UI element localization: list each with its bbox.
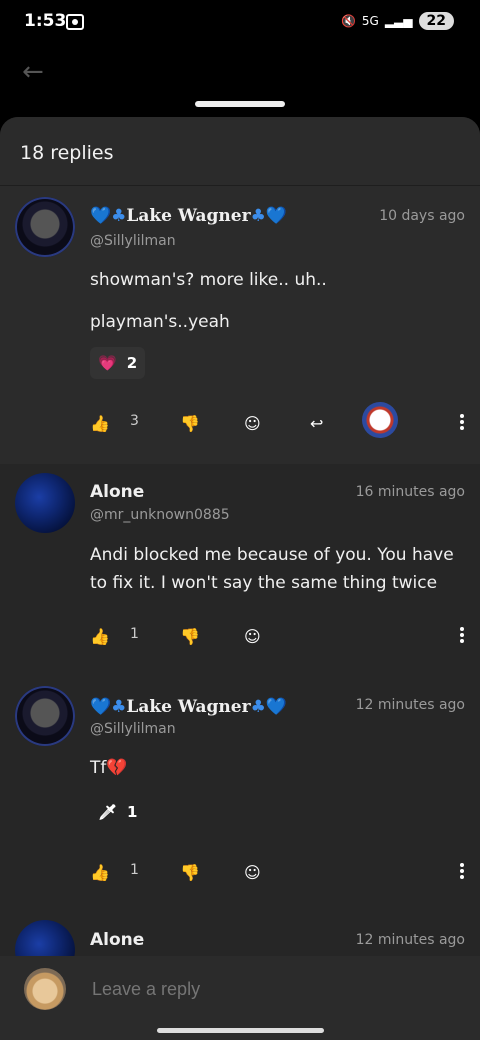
comment: 💙♣Lake Wagner♣💙 @Sillylilman 10 days ago…	[0, 186, 480, 464]
like-count: 1	[130, 626, 139, 642]
sheet-drag-handle[interactable]	[195, 101, 285, 107]
comment-actions: 👍 3 👎 ☺ ↩	[90, 402, 465, 438]
dagger-icon: 🗡	[98, 803, 118, 821]
comment-actions: 👍 1 👎 ☺	[90, 621, 465, 651]
comment-author[interactable]: 💙♣Lake Wagner♣💙	[90, 697, 287, 717]
mute-icon: 🔇	[340, 14, 356, 28]
reply-icon[interactable]: ↩	[310, 408, 323, 438]
reaction-count: 1	[127, 803, 138, 821]
author-decoration: ♣💙	[250, 697, 287, 717]
clock: 1:53	[24, 11, 67, 31]
author-decoration: ♣💙	[250, 206, 287, 226]
comment-handle[interactable]: @Sillylilman	[90, 233, 176, 249]
thumbs-down-icon[interactable]: 👎	[180, 621, 200, 651]
screen-record-icon	[66, 14, 84, 30]
thumbs-down-icon[interactable]: 👎	[180, 408, 200, 438]
thumbs-up-icon[interactable]: 👍	[90, 857, 110, 887]
reaction-chip[interactable]: 💗 2	[90, 347, 146, 379]
reaction-chip[interactable]: 🗡 1	[90, 796, 145, 828]
thumbs-down-icon[interactable]: 👎	[180, 857, 200, 887]
back-arrow-icon[interactable]: ←	[22, 58, 50, 86]
status-bar: 1:53 🔇 5G ▂▃▅ 22	[0, 0, 480, 44]
more-options-icon[interactable]	[459, 412, 465, 432]
avatar[interactable]	[15, 473, 75, 533]
comment-time: 12 minutes ago	[355, 697, 465, 713]
reply-bar	[0, 956, 480, 1040]
more-options-icon[interactable]	[459, 625, 465, 645]
comment-time: 12 minutes ago	[355, 932, 465, 948]
comment: Alone @mr_unknown0885 16 minutes ago And…	[0, 464, 480, 677]
creator-heart-avatar	[362, 402, 398, 438]
add-reaction-icon[interactable]: ☺	[244, 621, 261, 651]
home-indicator[interactable]	[157, 1028, 324, 1033]
thumbs-up-icon[interactable]: 👍	[90, 408, 110, 438]
heart-icon: 💗	[98, 354, 117, 372]
author-decoration: 💙♣	[90, 697, 127, 717]
reply-input[interactable]	[90, 978, 326, 1001]
more-options-icon[interactable]	[459, 861, 465, 881]
comment-author[interactable]: 💙♣Lake Wagner♣💙	[90, 206, 287, 226]
comment-text-line: showman's? more like.. uh..	[90, 270, 327, 290]
status-icons: 🔇 5G ▂▃▅ 22	[341, 12, 454, 30]
replies-count-title: 18 replies	[20, 142, 114, 164]
replies-sheet: 18 replies 💙♣Lake Wagner♣💙 @Sillylilman …	[0, 117, 480, 1040]
comment-handle[interactable]: @Sillylilman	[90, 721, 176, 737]
comment: 💙♣Lake Wagner♣💙 @Sillylilman 12 minutes …	[0, 677, 480, 915]
comment-text: Andi blocked me because of you. You have…	[90, 545, 454, 593]
comment-actions: 👍 1 👎 ☺	[90, 857, 465, 887]
comment-time: 10 days ago	[379, 208, 465, 224]
comment-handle[interactable]: @mr_unknown0885	[90, 507, 230, 523]
add-reaction-icon[interactable]: ☺	[244, 857, 261, 887]
like-count: 3	[130, 413, 139, 429]
sheet-header: 18 replies	[0, 117, 480, 186]
avatar[interactable]	[15, 197, 75, 257]
avatar[interactable]	[15, 686, 75, 746]
signal-icon: ▂▃▅	[384, 14, 413, 28]
user-avatar	[24, 968, 66, 1010]
comment-author[interactable]: Alone	[90, 930, 144, 950]
comment-time: 16 minutes ago	[355, 484, 465, 500]
add-reaction-icon[interactable]: ☺	[244, 408, 261, 438]
author-decoration: 💙♣	[90, 206, 127, 226]
comment-text: Tf💔	[90, 758, 128, 778]
like-count: 1	[130, 862, 139, 878]
comment-author[interactable]: Alone	[90, 482, 144, 502]
comment-text-line: playman's..yeah	[90, 312, 230, 332]
thumbs-up-icon[interactable]: 👍	[90, 621, 110, 651]
reaction-count: 2	[126, 354, 138, 372]
wifi-icon: 5G	[361, 14, 379, 28]
battery-indicator: 22	[418, 12, 454, 30]
